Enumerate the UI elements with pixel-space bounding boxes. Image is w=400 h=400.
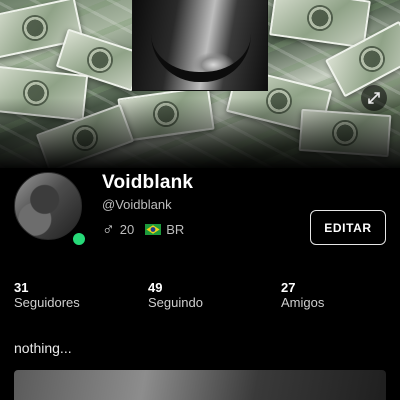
stat-friends[interactable]: 27 Amigos bbox=[281, 281, 324, 311]
photo-shape bbox=[151, 34, 251, 82]
profile-meta-row: ♂ 20 BR bbox=[102, 221, 184, 238]
country-code: BR bbox=[166, 222, 185, 237]
male-symbol-icon: ♂ bbox=[102, 220, 115, 239]
followers-label: Seguidores bbox=[14, 295, 80, 310]
post-preview-image[interactable] bbox=[14, 370, 386, 400]
avatar-container[interactable] bbox=[14, 172, 87, 247]
brazil-flag-icon bbox=[145, 224, 162, 235]
profile-bio: nothing... bbox=[14, 340, 72, 356]
followers-count: 31 bbox=[14, 280, 29, 295]
friends-label: Amigos bbox=[281, 295, 325, 310]
cover-gradient bbox=[0, 98, 400, 168]
following-count: 49 bbox=[148, 280, 163, 295]
cover-bill bbox=[269, 0, 371, 49]
friends-count: 27 bbox=[281, 280, 296, 295]
following-label: Seguindo bbox=[148, 295, 203, 310]
profile-cover bbox=[0, 0, 400, 168]
edit-profile-button[interactable]: EDITAR bbox=[310, 210, 386, 245]
expand-cover-button[interactable] bbox=[361, 85, 387, 111]
stat-followers[interactable]: 31 Seguidores bbox=[14, 281, 80, 311]
online-status-indicator bbox=[71, 231, 87, 247]
age-value: 20 bbox=[119, 222, 135, 237]
avatar[interactable] bbox=[14, 172, 82, 240]
display-name: Voidblank bbox=[102, 172, 194, 193]
featured-photo[interactable] bbox=[133, 0, 267, 90]
stat-following[interactable]: 49 Seguindo bbox=[148, 281, 203, 311]
expand-icon bbox=[368, 92, 380, 104]
username-handle: @Voidblank bbox=[102, 197, 172, 212]
